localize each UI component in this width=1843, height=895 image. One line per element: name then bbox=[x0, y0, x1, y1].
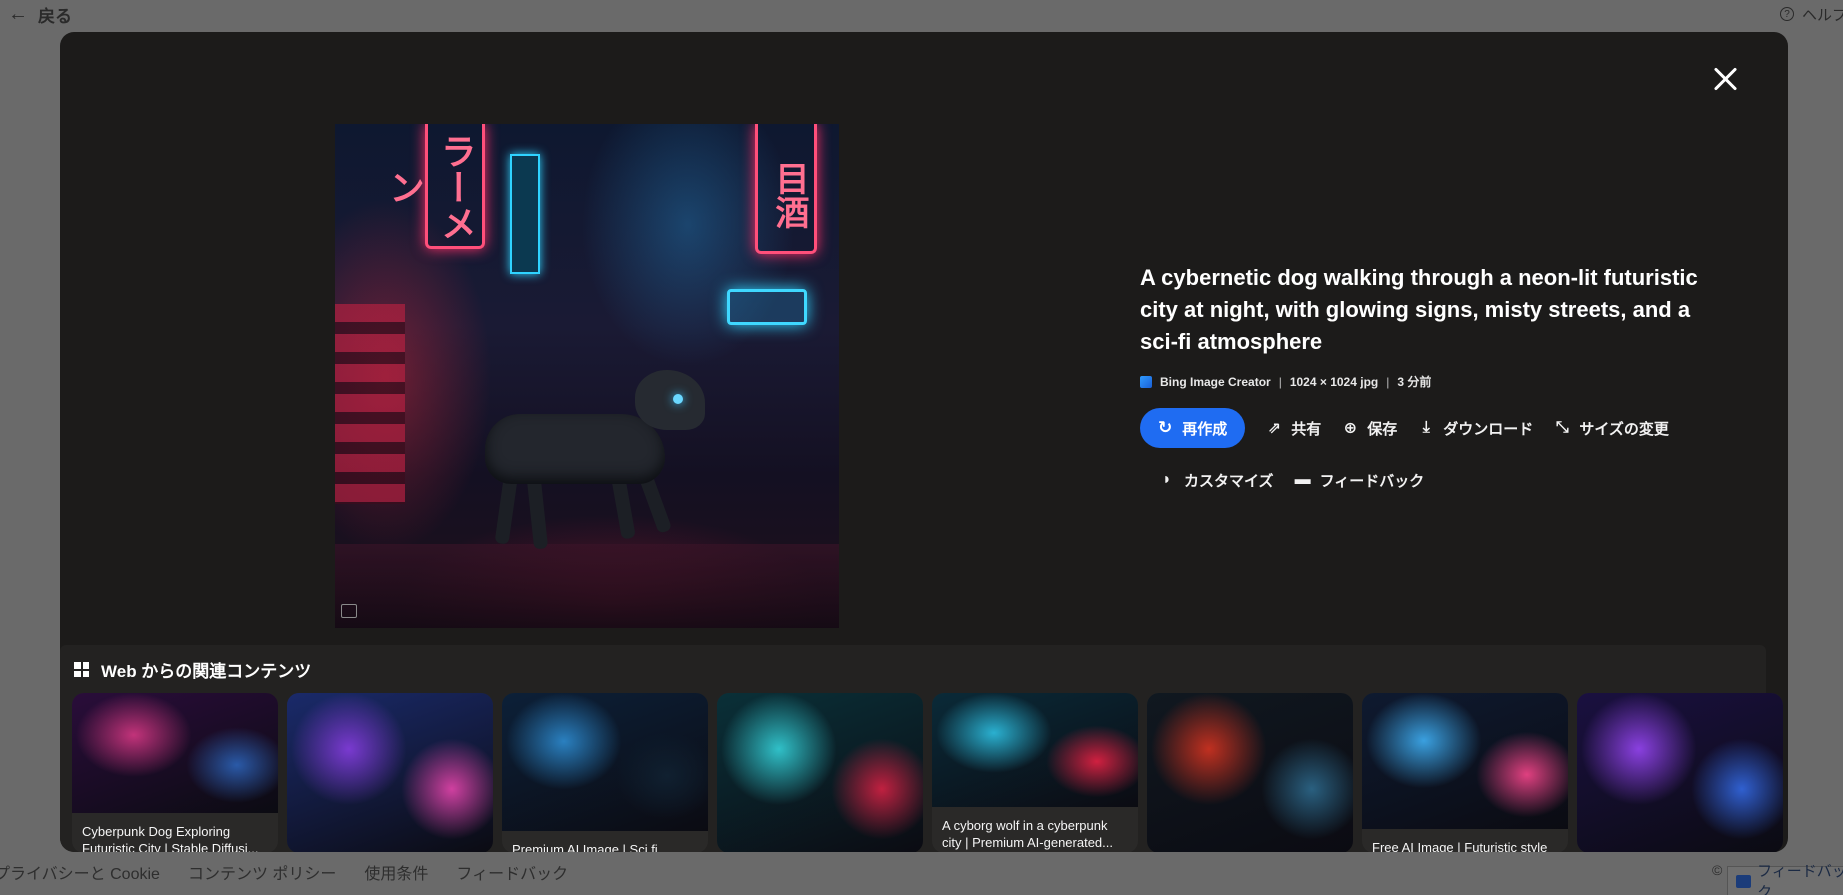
bing-image-creator-icon bbox=[1140, 375, 1152, 388]
page-footer: プライバシーと Cookie コンテンツ ポリシー 使用条件 フィードバック bbox=[0, 848, 1843, 895]
related-card[interactable] bbox=[717, 693, 923, 852]
download-label: ダウンロード bbox=[1443, 420, 1534, 438]
close-icon[interactable] bbox=[1708, 62, 1742, 96]
dog-body bbox=[485, 414, 665, 484]
related-card-thumbnail bbox=[287, 693, 493, 852]
wet-street bbox=[335, 544, 839, 628]
related-card-thumbnail bbox=[1362, 693, 1568, 829]
image-watermark-icon bbox=[341, 604, 357, 618]
dog-eye bbox=[673, 394, 683, 404]
download-button[interactable]: ⤓ ダウンロード bbox=[1417, 408, 1534, 448]
neon-sign-rect bbox=[727, 289, 807, 325]
designer-icon: ◗ bbox=[1162, 471, 1172, 488]
back-label: 戻る bbox=[38, 6, 72, 26]
related-card-thumbnail bbox=[72, 693, 278, 813]
floating-feedback-label: フィードバック bbox=[1757, 863, 1843, 895]
related-card-caption: Premium AI Image | Sci fi bbox=[512, 842, 658, 852]
footer-link-privacy[interactable]: プライバシーと Cookie bbox=[0, 860, 160, 884]
copyright: © bbox=[1712, 862, 1723, 878]
actions-row-2: ◗ カスタマイズ ▬ フィードバック bbox=[1140, 460, 1720, 500]
help-label: ヘルプ bbox=[1801, 6, 1843, 24]
related-card[interactable] bbox=[1577, 693, 1783, 852]
image-info-panel: A cybernetic dog walking through a neon-… bbox=[1140, 262, 1720, 500]
meta-source[interactable]: Bing Image Creator bbox=[1160, 375, 1271, 389]
related-card-thumbnail bbox=[1577, 693, 1783, 852]
related-card-caption: A cyborg wolf in a cyberpunk city | Prem… bbox=[942, 818, 1113, 850]
meta-separator: | bbox=[1386, 374, 1390, 389]
related-cards: Cyberpunk Dog Exploring Futuristic City … bbox=[72, 693, 1783, 852]
related-card[interactable] bbox=[287, 693, 493, 852]
resize-label: サイズの変更 bbox=[1579, 420, 1669, 438]
dog-head bbox=[635, 370, 705, 430]
save-button[interactable]: ⊕ 保存 bbox=[1341, 408, 1398, 448]
meta-separator: | bbox=[1278, 374, 1282, 389]
feedback-button[interactable]: ▬ フィードバック bbox=[1294, 460, 1425, 500]
cyber-dog bbox=[445, 364, 705, 550]
footer-link-content-policy[interactable]: コンテンツ ポリシー bbox=[188, 860, 336, 884]
generated-image[interactable]: ラーメン 目酒 bbox=[335, 124, 839, 628]
related-card[interactable]: Premium AI Image | Sci fi bbox=[502, 693, 708, 852]
feedback-icon bbox=[1736, 874, 1752, 888]
back-button[interactable]: ← 戻る bbox=[8, 2, 72, 27]
collection-add-icon: ⊕ bbox=[1343, 420, 1357, 437]
related-card[interactable]: Cyberpunk Dog Exploring Futuristic City … bbox=[72, 693, 278, 852]
comment-icon: ▬ bbox=[1294, 471, 1311, 488]
neon-sign-left: ラーメン bbox=[384, 124, 485, 249]
customize-label: カスタマイズ bbox=[1184, 472, 1274, 490]
save-label: 保存 bbox=[1367, 420, 1398, 438]
related-content-section: Web からの関連コンテンツ Cyberpunk Dog Exploring F… bbox=[60, 645, 1783, 852]
city-lights bbox=[335, 304, 405, 504]
footer-link-feedback[interactable]: フィードバック bbox=[456, 860, 568, 884]
customize-button[interactable]: ◗ カスタマイズ bbox=[1158, 460, 1274, 500]
related-card-thumbnail bbox=[717, 693, 923, 852]
resize-icon: ⤡ bbox=[1555, 419, 1569, 436]
back-arrow-icon: ← bbox=[8, 2, 28, 25]
share-label: 共有 bbox=[1291, 420, 1322, 438]
resize-button[interactable]: ⤡ サイズの変更 bbox=[1553, 408, 1669, 448]
meta-time: 3 分前 bbox=[1397, 375, 1432, 389]
feedback-label: フィードバック bbox=[1319, 472, 1425, 490]
image-detail-modal: ラーメン 目酒 A cybernetic dog walking through… bbox=[60, 32, 1788, 852]
floating-feedback-button[interactable]: フィードバック bbox=[1727, 863, 1843, 895]
share-button[interactable]: ⇗ 共有 bbox=[1265, 408, 1322, 448]
help-icon: ? bbox=[1779, 7, 1794, 21]
related-card-thumbnail bbox=[1147, 693, 1353, 852]
page-top-bar: ← 戻る ? ヘルプ bbox=[0, 0, 1843, 28]
meta-dimensions: 1024 × 1024 jpg bbox=[1289, 374, 1379, 389]
download-icon: ⤓ bbox=[1422, 419, 1430, 436]
grid-icon bbox=[74, 662, 89, 677]
recreate-button[interactable]: ↻ 再作成 bbox=[1140, 408, 1246, 448]
image-actions: ↻ 再作成 ⇗ 共有 ⊕ 保存 ⤓ ダウンロード ⤡ サイズの変更 ◗ カスタマ… bbox=[1140, 408, 1720, 500]
related-card-caption: Free AI Image | Futuristic style bbox=[1372, 840, 1548, 852]
neon-sign-blue bbox=[510, 154, 540, 274]
related-card-thumbnail bbox=[502, 693, 708, 831]
share-icon: ⇗ bbox=[1267, 420, 1281, 437]
related-card[interactable] bbox=[1147, 693, 1353, 852]
neon-sign-right: 目酒 bbox=[755, 124, 817, 254]
image-title: A cybernetic dog walking through a neon-… bbox=[1140, 265, 1698, 354]
footer-link-terms[interactable]: 使用条件 bbox=[364, 860, 428, 884]
help-link[interactable]: ? ヘルプ bbox=[1779, 4, 1843, 25]
refresh-icon: ↻ bbox=[1158, 418, 1173, 437]
related-header: Web からの関連コンテンツ bbox=[74, 657, 311, 682]
related-card-thumbnail bbox=[932, 693, 1138, 807]
related-card[interactable]: Free AI Image | Futuristic style bbox=[1362, 693, 1568, 852]
image-meta: Bing Image Creator | 1024 × 1024 jpg | 3… bbox=[1140, 373, 1720, 390]
recreate-label: 再作成 bbox=[1182, 420, 1228, 438]
related-header-label: Web からの関連コンテンツ bbox=[101, 662, 312, 681]
related-card-caption: Cyberpunk Dog Exploring Futuristic City … bbox=[82, 824, 259, 852]
related-card[interactable]: A cyborg wolf in a cyberpunk city | Prem… bbox=[932, 693, 1138, 852]
